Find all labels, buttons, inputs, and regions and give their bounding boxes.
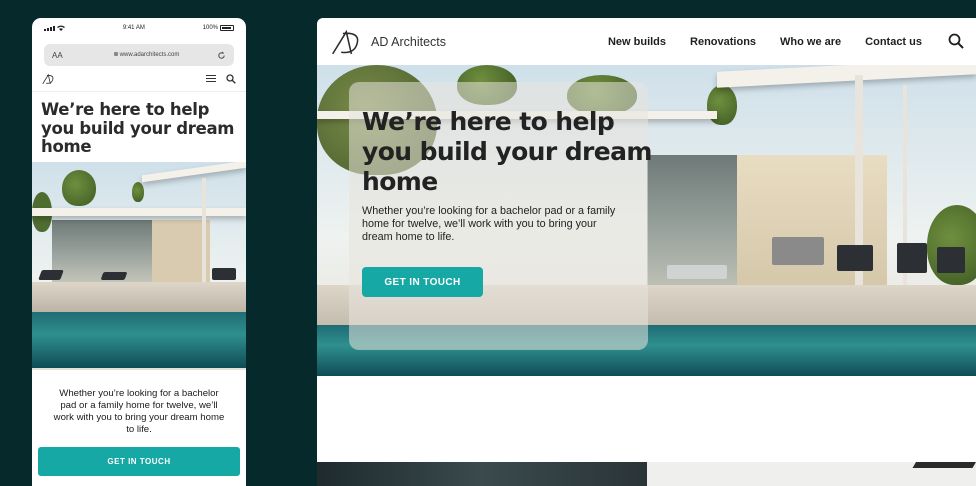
section-image-left	[317, 462, 647, 486]
reload-icon[interactable]	[217, 50, 226, 60]
main-nav: New builds Renovations Who we are Contac…	[608, 36, 922, 48]
hero-description: Whether you’re looking for a bachelor pa…	[362, 205, 616, 243]
mobile-mockup: 9:41 AM 100% AA www.adarchitects.com We’…	[32, 18, 246, 486]
address-bar[interactable]: AA www.adarchitects.com	[44, 44, 234, 66]
battery-icon	[220, 25, 234, 31]
status-time: 9:41 AM	[122, 25, 145, 31]
logo-icon[interactable]	[42, 73, 56, 85]
text-size-button[interactable]: AA	[52, 51, 76, 60]
wifi-icon	[57, 25, 65, 31]
mobile-get-in-touch-button[interactable]: GET IN TOUCH	[38, 447, 240, 476]
mobile-hero-description: Whether you’re looking for a bachelor pa…	[53, 388, 225, 435]
status-bar: 9:41 AM 100%	[32, 18, 246, 38]
nav-who-we-are[interactable]: Who we are	[780, 36, 841, 48]
search-icon[interactable]	[226, 73, 236, 84]
menu-icon[interactable]	[206, 74, 216, 83]
nav-new-builds[interactable]: New builds	[608, 36, 666, 48]
signal-icon	[44, 25, 55, 31]
hero-title: We’re here to help you build your dream …	[362, 107, 652, 196]
site-header: AD Architects New builds Renovations Who…	[317, 18, 976, 65]
logo-icon	[332, 29, 359, 54]
next-section-preview	[317, 462, 976, 486]
nav-renovations[interactable]: Renovations	[690, 36, 756, 48]
mobile-hero-title: We’re here to help you build your dream …	[41, 100, 235, 156]
section-image-right	[647, 462, 976, 486]
search-icon[interactable]	[948, 33, 964, 49]
brand-name: AD Architects	[371, 34, 447, 49]
nav-contact-us[interactable]: Contact us	[865, 36, 922, 48]
brand[interactable]: AD Architects	[331, 27, 446, 57]
url-text: www.adarchitects.com	[76, 52, 217, 58]
desktop-mockup: AD Architects New builds Renovations Who…	[317, 18, 976, 486]
status-battery-text: 100%	[202, 25, 218, 31]
get-in-touch-button[interactable]: GET IN TOUCH	[362, 267, 483, 297]
mobile-nav	[32, 66, 246, 92]
mobile-hero-image	[32, 162, 246, 370]
lock-icon	[113, 52, 118, 57]
